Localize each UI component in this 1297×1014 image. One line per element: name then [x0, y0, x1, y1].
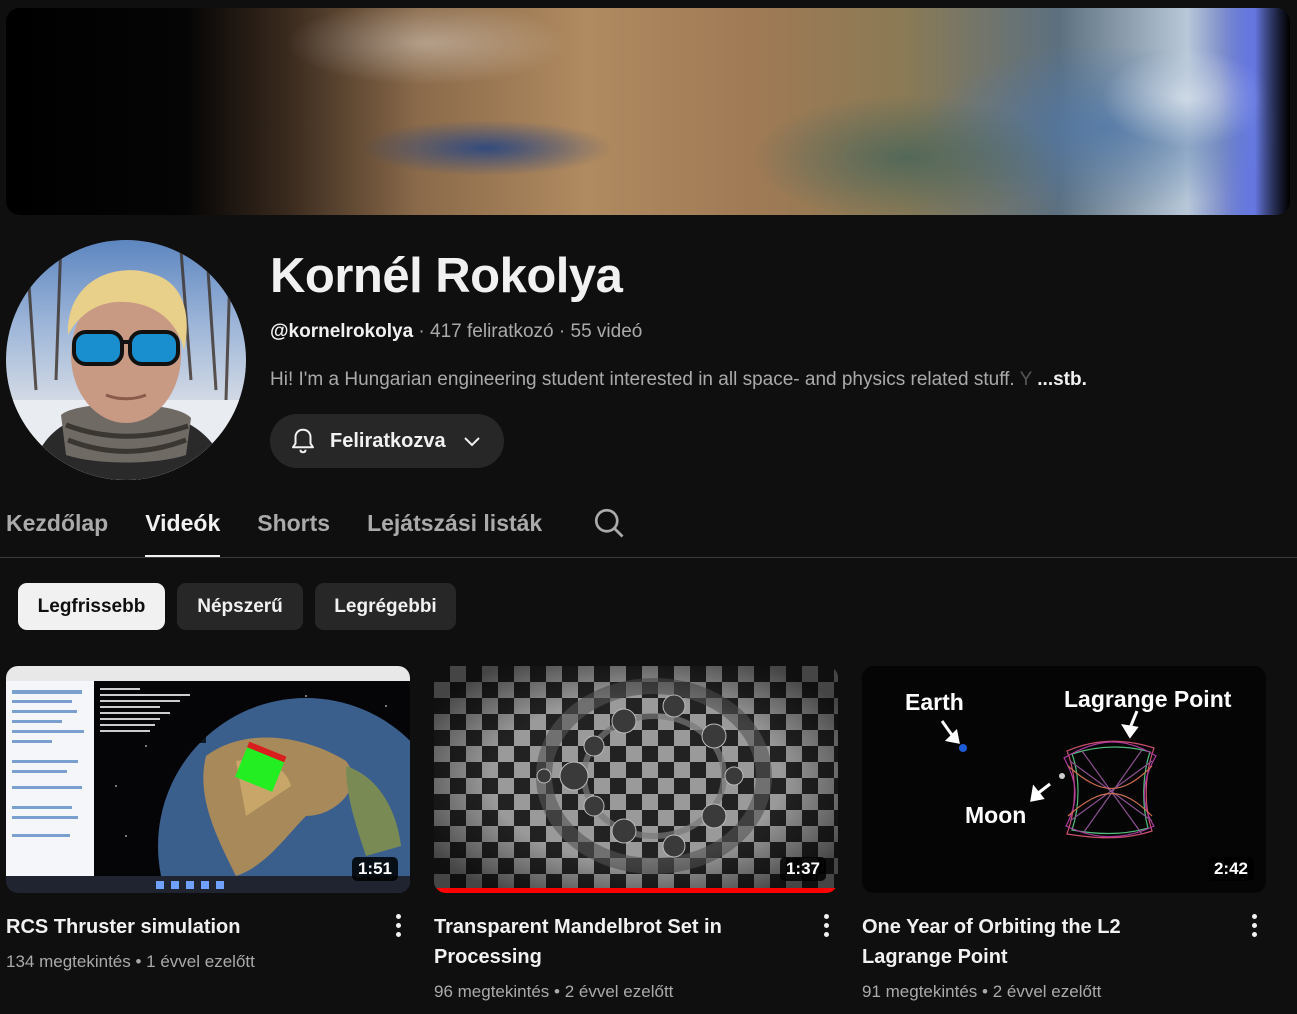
subscribed-label: Feliratkozva — [330, 429, 446, 452]
chip-oldest[interactable]: Legrégebbi — [315, 583, 456, 630]
video-thumbnail[interactable]: Earth Lagrange Point Moon 2:42 — [862, 666, 1266, 893]
channel-tabs: Kezdőlap Videók Shorts Lejátszási listák — [6, 505, 627, 558]
video-duration: 1:37 — [779, 857, 826, 881]
description-text: Hi! I'm a Hungarian engineering student … — [270, 369, 1015, 390]
tab-home[interactable]: Kezdőlap — [6, 505, 108, 557]
more-options-icon[interactable] — [1248, 914, 1260, 942]
channel-description[interactable]: Hi! I'm a Hungarian engineering student … — [270, 369, 1087, 391]
channel-avatar[interactable] — [6, 240, 246, 480]
meta-separator: · — [558, 321, 566, 342]
video-thumbnail[interactable]: 1:51 — [6, 666, 410, 893]
subscribed-button[interactable]: Feliratkozva — [270, 414, 504, 468]
channel-banner — [6, 8, 1290, 215]
video-card[interactable]: 1:37 Transparent Mandelbrot Set in Proce… — [434, 666, 838, 1001]
video-card[interactable]: 1:51 RCS Thruster simulation 134 megteki… — [6, 666, 410, 971]
chevron-down-icon — [463, 437, 480, 447]
tabs-divider — [0, 557, 1297, 558]
tab-playlists[interactable]: Lejátszási listák — [367, 505, 542, 557]
view-count: 134 megtekintés — [6, 952, 131, 971]
chip-popular[interactable]: Népszerű — [177, 583, 303, 630]
lagrange-label: Lagrange Point — [1064, 686, 1232, 712]
upload-age: 2 évvel ezelőtt — [564, 982, 674, 1001]
earth-label: Earth — [905, 689, 964, 715]
video-title[interactable]: Transparent Mandelbrot Set in Processing — [434, 912, 764, 972]
moon-dot — [1059, 773, 1065, 779]
bell-icon — [292, 428, 314, 454]
mandelbrot-thumbnail-image — [434, 666, 838, 893]
more-options-icon[interactable] — [820, 914, 832, 942]
meta-dot: • — [554, 982, 560, 1001]
watch-progress-bar — [434, 888, 838, 893]
video-title[interactable]: RCS Thruster simulation — [6, 912, 336, 942]
channel-handle[interactable]: @kornelrokolya — [270, 321, 413, 342]
tab-shorts[interactable]: Shorts — [257, 505, 330, 557]
video-meta: 91 megtekintés • 2 évvel ezelőtt — [862, 982, 1101, 1002]
meta-separator: · — [418, 321, 425, 342]
video-duration: 1:51 — [351, 857, 398, 881]
channel-meta: @kornelrokolya · 417 feliratkozó · 55 vi… — [270, 321, 642, 343]
video-duration: 2:42 — [1207, 857, 1254, 881]
more-options-icon[interactable] — [392, 914, 404, 942]
description-fade: Y — [1019, 369, 1032, 390]
rcs-thumbnail-image — [6, 666, 410, 893]
subscriber-count: 417 feliratkozó — [430, 321, 554, 342]
video-thumbnail[interactable]: 1:37 — [434, 666, 838, 893]
video-meta: 134 megtekintés • 1 évvel ezelőtt — [6, 952, 255, 972]
lagrange-thumbnail-image: Earth Lagrange Point Moon — [862, 666, 1266, 893]
avatar-photo — [6, 240, 246, 480]
view-count: 96 megtekintés — [434, 982, 550, 1001]
meta-dot: • — [135, 952, 142, 971]
video-card[interactable]: Earth Lagrange Point Moon 2:42 One Year … — [862, 666, 1266, 1001]
view-count: 91 megtekintés — [862, 982, 978, 1001]
upload-age: 2 évvel ezelőtt — [992, 982, 1102, 1001]
more-link[interactable]: ...stb. — [1037, 369, 1087, 390]
moon-label: Moon — [965, 802, 1026, 828]
video-count: 55 videó — [570, 321, 643, 342]
earth-dot — [959, 744, 967, 752]
video-meta: 96 megtekintés • 2 évvel ezelőtt — [434, 982, 673, 1002]
tab-videos[interactable]: Videók — [145, 505, 221, 558]
search-icon[interactable] — [591, 505, 627, 541]
channel-name: Kornél Rokolya — [270, 249, 623, 303]
meta-dot: • — [982, 982, 988, 1001]
upload-age: 1 évvel ezelőtt — [146, 952, 255, 971]
video-title[interactable]: One Year of Orbiting the L2 Lagrange Poi… — [862, 912, 1192, 972]
chip-latest[interactable]: Legfrissebb — [18, 583, 165, 630]
